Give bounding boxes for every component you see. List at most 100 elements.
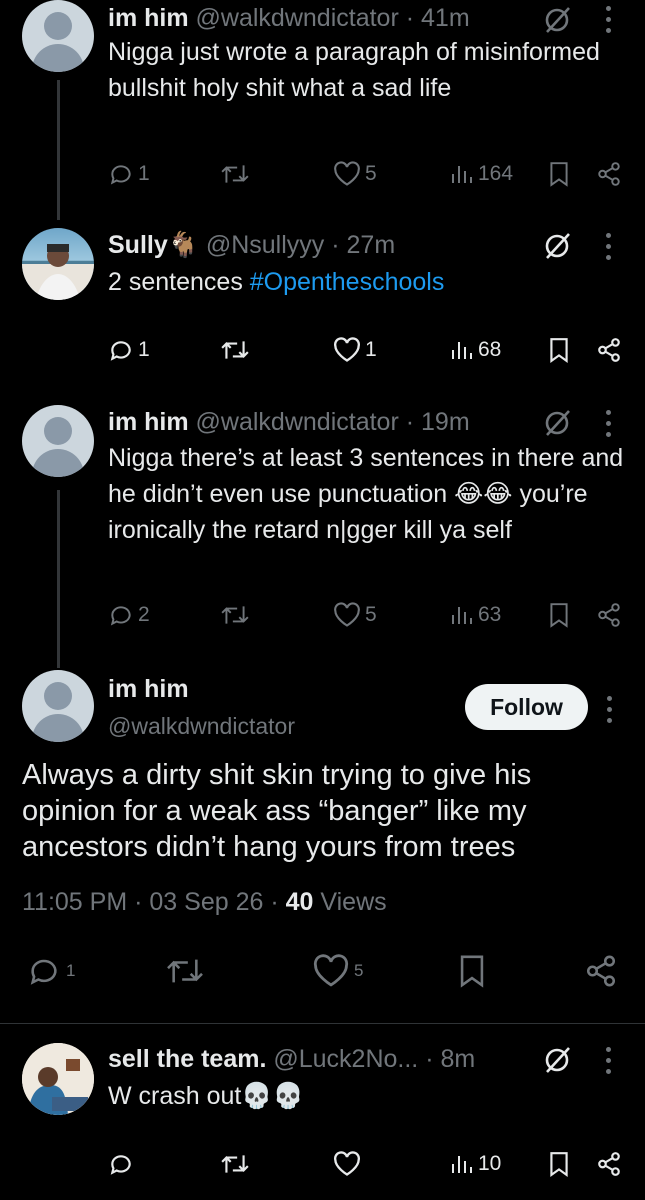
separator: · <box>425 1045 434 1073</box>
tweet-header: im him @walkdwndictator · 41m <box>108 2 470 34</box>
retweet-button[interactable] <box>220 1151 250 1177</box>
retweet-icon <box>221 341 249 359</box>
display-name[interactable]: sell the team. <box>108 1045 266 1073</box>
heart-icon <box>334 337 360 362</box>
more-icon[interactable] <box>605 1047 613 1080</box>
follow-button[interactable]: Follow <box>465 684 588 730</box>
bookmark-button[interactable] <box>457 954 487 988</box>
views-icon <box>452 607 472 624</box>
share-button[interactable] <box>596 337 622 363</box>
bookmark-button[interactable] <box>548 602 570 628</box>
heart-icon <box>313 954 349 987</box>
retweet-icon <box>221 165 249 183</box>
reply-count: 1 <box>138 338 150 361</box>
reply-icon <box>110 606 131 626</box>
divider <box>0 1023 645 1024</box>
tweet-header: im him @walkdwndictator · 19m <box>108 406 470 438</box>
display-name[interactable]: im him <box>108 4 189 32</box>
share-button[interactable] <box>596 161 622 187</box>
timestamp[interactable]: 19m <box>421 408 470 436</box>
views-count: 63 <box>478 603 502 626</box>
handle[interactable]: @walkdwndictator <box>108 711 295 741</box>
tweet-date[interactable]: 03 Sep 26 <box>149 888 263 916</box>
handle[interactable]: @walkdwndictator <box>196 4 399 32</box>
like-button[interactable]: 1 <box>333 337 377 363</box>
like-button[interactable]: 5 <box>312 954 363 988</box>
tweet-text: Nigga just wrote a paragraph of misinfor… <box>108 38 600 102</box>
heart-icon <box>334 161 360 186</box>
separator: · <box>134 888 143 916</box>
like-button[interactable] <box>333 1151 365 1177</box>
reply-icon <box>110 165 131 185</box>
views-icon <box>452 342 472 359</box>
retweet-button[interactable] <box>220 337 250 363</box>
separator: · <box>405 4 415 32</box>
reply-button[interactable] <box>108 1151 138 1177</box>
bookmark-button[interactable] <box>548 1151 570 1177</box>
share-button[interactable] <box>584 954 618 988</box>
grok-icon[interactable] <box>542 231 572 261</box>
avatar[interactable] <box>22 1043 94 1115</box>
tweet-header: Sully🐐 @Nsullyyy · 27m <box>108 229 395 261</box>
reply-button[interactable]: 1 <box>26 954 75 988</box>
bookmark-icon <box>550 1152 568 1177</box>
bookmark-icon <box>550 603 568 628</box>
avatar[interactable] <box>22 0 94 72</box>
avatar[interactable] <box>22 670 94 742</box>
thread-line <box>57 80 60 220</box>
reply-button[interactable]: 2 <box>108 602 150 628</box>
avatar[interactable] <box>22 405 94 477</box>
retweet-button[interactable] <box>220 161 250 187</box>
views-button[interactable]: 10 <box>450 1151 501 1177</box>
thread-line <box>57 490 60 668</box>
reply-button[interactable]: 1 <box>108 161 150 187</box>
bookmark-icon <box>550 338 568 363</box>
tweet-text: Always a dirty shit skin trying to give … <box>22 759 532 863</box>
reply-count: 1 <box>66 961 76 980</box>
retweet-icon <box>167 959 203 983</box>
grok-icon[interactable] <box>542 408 572 438</box>
share-icon <box>598 162 620 186</box>
retweet-button[interactable] <box>165 954 205 988</box>
display-name[interactable]: im him <box>108 673 189 705</box>
reply-icon <box>110 1155 131 1175</box>
views-button[interactable]: 68 <box>450 337 501 363</box>
handle[interactable]: @Nsullyyy <box>206 231 324 259</box>
goat-emoji: 🐐 <box>167 231 199 259</box>
grok-icon[interactable] <box>542 1045 572 1075</box>
like-button[interactable]: 5 <box>333 602 377 628</box>
more-icon[interactable] <box>605 410 613 443</box>
tweet-time[interactable]: 11:05 PM <box>22 888 127 916</box>
share-icon <box>598 1152 620 1176</box>
hashtag-link[interactable]: #Opentheschools <box>250 268 445 296</box>
share-icon <box>598 338 620 362</box>
bookmark-button[interactable] <box>548 337 570 363</box>
timestamp[interactable]: 8m <box>440 1045 475 1073</box>
handle[interactable]: @walkdwndictator <box>196 408 399 436</box>
grok-icon[interactable] <box>542 5 572 35</box>
share-button[interactable] <box>596 602 622 628</box>
bookmark-button[interactable] <box>548 161 570 187</box>
tweet-text: W crash out💀💀 <box>108 1082 304 1110</box>
retweet-button[interactable] <box>220 602 250 628</box>
share-button[interactable] <box>596 1151 622 1177</box>
timestamp[interactable]: 41m <box>421 4 470 32</box>
reply-count: 1 <box>138 162 150 185</box>
handle[interactable]: @Luck2No... <box>273 1045 418 1073</box>
display-name[interactable]: Sully <box>108 231 168 259</box>
views-button[interactable]: 164 <box>450 161 513 187</box>
tweet-header: sell the team. @Luck2No... · 8m <box>108 1043 475 1075</box>
display-name[interactable]: im him <box>108 408 189 436</box>
more-icon[interactable] <box>605 233 613 266</box>
views-button[interactable]: 63 <box>450 602 501 628</box>
avatar[interactable] <box>22 228 94 300</box>
retweet-icon <box>221 606 249 624</box>
like-button[interactable]: 5 <box>333 161 377 187</box>
reply-button[interactable]: 1 <box>108 337 150 363</box>
more-icon[interactable] <box>606 696 614 729</box>
tweet-meta: 11:05 PM · 03 Sep 26 · 40 Views <box>22 886 387 918</box>
separator: · <box>331 231 340 259</box>
tweet-text-body: 2 sentences <box>108 268 250 296</box>
timestamp[interactable]: 27m <box>347 231 396 259</box>
views-count: 164 <box>478 162 514 185</box>
